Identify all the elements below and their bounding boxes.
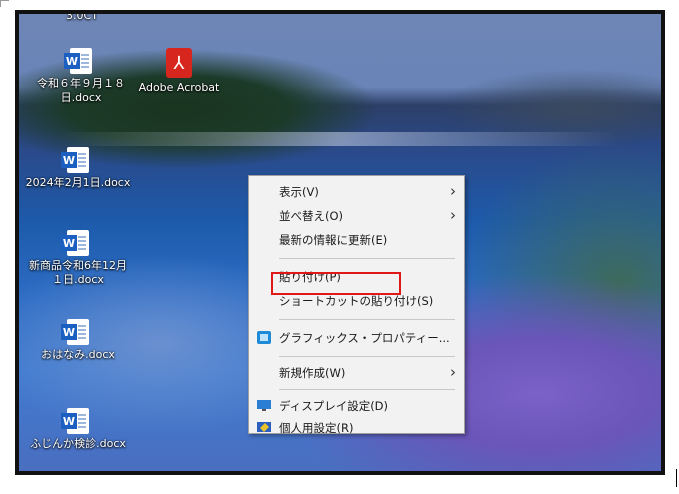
desktop-icon-label: ふじんか検診.docx [30,437,126,450]
graphics-icon [257,331,271,344]
menu-item-label: 新規作成(W) [279,366,346,380]
desktop-icon-label: 3.0CT [66,10,98,22]
desktop-icon-word-file[interactable]: W 2024年2月1日.docx [23,147,133,190]
menu-item-sort-by[interactable]: 並べ替え(O) › [249,205,464,227]
menu-item-view[interactable]: 表示(V) › [249,181,464,203]
chevron-right-icon: › [450,363,456,381]
menu-item-label: グラフィックス・プロパティー... [279,331,450,345]
text-cursor [676,469,677,487]
desktop-icon-partial[interactable]: 3.0CT [27,10,137,23]
menu-item-new[interactable]: 新規作成(W) › [249,362,464,384]
menu-separator [279,319,455,320]
word-document-icon: W [61,230,89,256]
menu-item-label: 並べ替え(O) [279,209,344,223]
chevron-right-icon: › [450,182,456,200]
desktop-icon-label: 新商品令和6年12月 １日.docx [29,259,127,286]
paste-highlight-box [271,272,401,295]
desktop-icon-label: Adobe Acrobat [138,81,220,94]
menu-item-refresh[interactable]: 最新の情報に更新(E) [249,229,464,251]
corner-mark [0,0,9,7]
menu-separator [279,389,455,390]
menu-item-personalize[interactable]: 個人用設定(R) [249,417,464,439]
word-document-icon: W [61,147,89,173]
word-document-icon: W [61,319,89,345]
desktop-icon-word-file[interactable]: W 令和６年９月１８ 日.docx [26,48,136,105]
menu-item-label: 個人用設定(R) [279,421,354,435]
desktop-icon-word-file[interactable]: W ふじんか検診.docx [23,408,133,451]
menu-separator [279,258,455,259]
desktop-icon-label: 2024年2月1日.docx [25,176,131,189]
word-document-icon: W [61,408,89,434]
desktop-icon-word-file[interactable]: W 新商品令和6年12月 １日.docx [23,230,133,287]
screenshot-frame: 3.0CT W 令和６年９月１８ 日.docx ⅄ Adobe Acrobat … [15,10,665,475]
menu-item-label: 表示(V) [279,185,319,199]
display-icon [257,400,271,411]
menu-item-label: ショートカットの貼り付け(S) [279,294,434,308]
wallpaper-shoreline [59,132,619,146]
desktop-context-menu: 表示(V) › 並べ替え(O) › 最新の情報に更新(E) 貼り付け(P) ショ… [248,175,465,435]
adobe-acrobat-icon: ⅄ [166,48,192,78]
desktop-icon-word-file[interactable]: W おはなみ.docx [23,319,133,362]
chevron-right-icon: › [450,206,456,224]
personalize-icon [257,422,271,432]
word-document-icon: W [64,48,92,74]
menu-separator [279,356,455,357]
desktop-icon-adobe-acrobat[interactable]: ⅄ Adobe Acrobat [124,48,234,95]
menu-item-label: 最新の情報に更新(E) [279,233,388,247]
menu-item-display-settings[interactable]: ディスプレイ設定(D) [249,395,464,417]
menu-item-graphics-properties[interactable]: グラフィックス・プロパティー... [249,327,464,349]
desktop-icon-label: おはなみ.docx [41,348,115,361]
menu-item-label: ディスプレイ設定(D) [279,399,389,413]
desktop-icon-label: 令和６年９月１８ 日.docx [37,77,125,104]
